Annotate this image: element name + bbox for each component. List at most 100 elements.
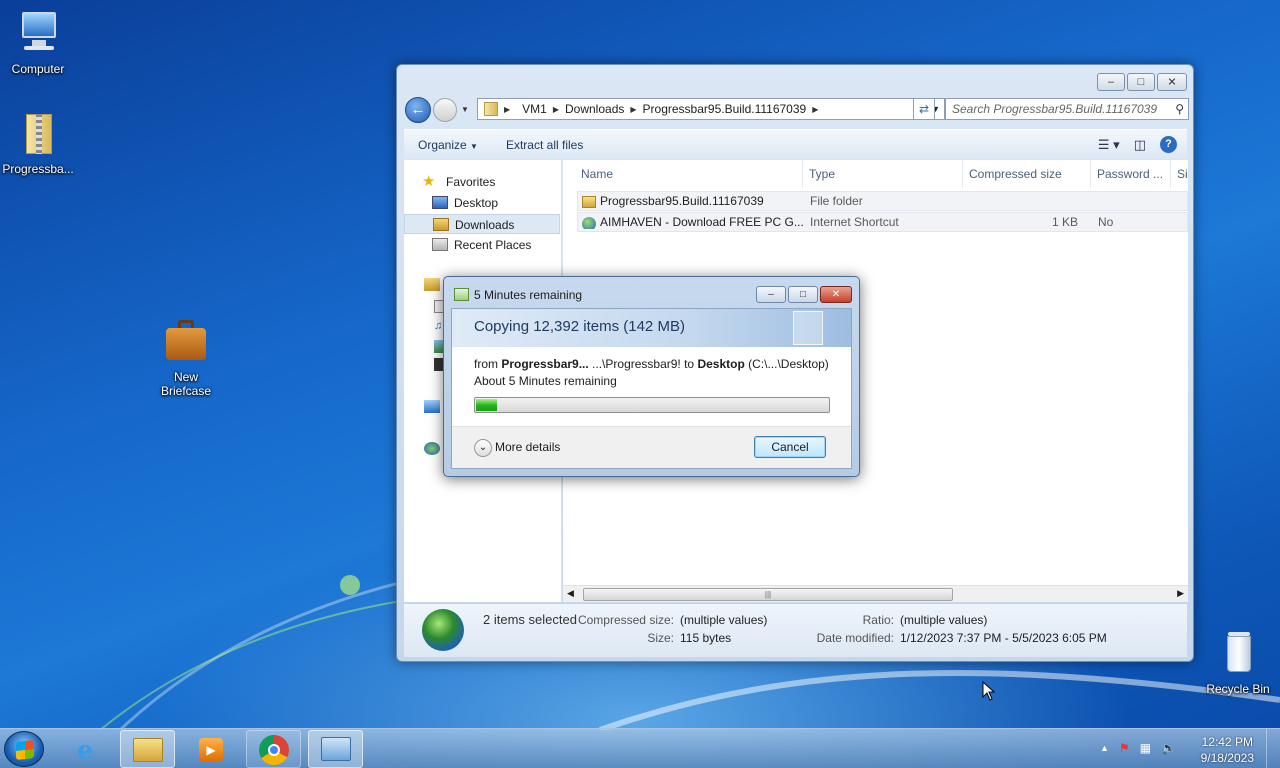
nav-favorites[interactable]: ★ Favorites — [404, 172, 560, 192]
desktop-icon-briefcase[interactable]: New Briefcase — [148, 318, 224, 398]
folder-icon — [133, 738, 163, 762]
file-type-cell: Internet Shortcut — [810, 215, 899, 229]
computer-icon — [14, 10, 62, 58]
globe-icon — [422, 609, 464, 651]
scroll-left-icon[interactable]: ◀ — [567, 588, 574, 599]
nav-item-recent-places[interactable]: Recent Places — [404, 235, 560, 255]
breadcrumb-vm1[interactable]: VM1 — [516, 102, 553, 116]
nav-item-desktop[interactable]: Desktop — [404, 193, 560, 213]
desktop-icon-label: Recycle Bin — [1206, 682, 1270, 696]
nav-favorites-label: Favorites — [446, 175, 496, 189]
column-compressed-size[interactable]: Compressed size — [963, 160, 1091, 188]
nav-item-label: Desktop — [454, 196, 499, 210]
breadcrumb-current[interactable]: Progressbar95.Build.11167039 — [637, 102, 813, 116]
computer-icon[interactable] — [424, 400, 440, 413]
system-tray: ▲ ⚑ ▦ 🔈 — [1100, 741, 1176, 755]
date-modified-value: 1/12/2023 7:37 PM - 5/5/2023 6:05 PM — [900, 631, 1107, 645]
dialog-caption-buttons: – □ ✕ — [756, 286, 852, 303]
chevron-down-icon: ⌄ — [474, 439, 492, 457]
file-name-cell: Progressbar95.Build.11167039 — [578, 194, 804, 208]
zip-folder-icon — [484, 102, 498, 116]
dialog-body: Copying 12,392 items (142 MB) from Progr… — [451, 308, 852, 469]
horizontal-scrollbar[interactable]: ◀ ||| ▶ — [563, 585, 1188, 602]
show-hidden-icons-icon[interactable]: ▲ — [1100, 741, 1109, 755]
close-button[interactable]: ✕ — [1157, 73, 1187, 91]
star-icon: ★ — [422, 173, 436, 190]
view-options-icon[interactable]: ☰ ▾ — [1098, 137, 1120, 153]
scroll-right-icon[interactable]: ▶ — [1177, 588, 1184, 599]
file-row[interactable]: AIMHAVEN - Download FREE PC G... Interne… — [577, 212, 1188, 232]
extract-all-button[interactable]: Extract all files — [492, 138, 597, 152]
minimize-button[interactable]: – — [1097, 73, 1125, 91]
nav-item-downloads[interactable]: Downloads — [404, 214, 560, 234]
desktop-icon-label: Progressba... — [2, 162, 74, 176]
start-button[interactable] — [4, 731, 44, 767]
copy-source-destination: from Progressbar9... ...\Progressbar9! t… — [474, 357, 829, 371]
organize-label: Organize — [418, 137, 467, 152]
network-icon[interactable] — [424, 442, 440, 455]
dialog-close-button[interactable]: ✕ — [820, 286, 852, 303]
copy-heading: Copying 12,392 items (142 MB) — [474, 318, 685, 335]
organize-button[interactable]: Organize ▼ — [404, 138, 492, 152]
arrow-left-icon: ← — [410, 101, 426, 118]
dialog-maximize-button[interactable]: □ — [788, 286, 818, 303]
show-desktop-button[interactable] — [1266, 729, 1280, 768]
file-row[interactable]: Progressbar95.Build.11167039 File folder — [577, 191, 1188, 211]
dialog-title: 5 Minutes remaining — [474, 288, 583, 302]
zip-folder-icon — [14, 110, 62, 158]
file-password-cell: No — [1098, 215, 1114, 229]
back-button[interactable]: ← — [405, 97, 431, 123]
refresh-button[interactable]: ⇄ — [913, 98, 935, 120]
close-icon: ✕ — [1167, 76, 1177, 89]
taskbar-control-panel[interactable] — [308, 730, 363, 768]
address-bar[interactable]: ▶ VM1 ▶ Downloads ▶ Progressbar95.Build.… — [477, 98, 945, 120]
file-type-cell: File folder — [810, 194, 863, 208]
taskbar-media-player[interactable]: ▶ — [184, 730, 239, 768]
source-link[interactable]: Progressbar9... — [501, 357, 588, 371]
copy-graphic-icon — [793, 311, 823, 345]
time-remaining: About 5 Minutes remaining — [474, 374, 617, 388]
history-dropdown[interactable]: ▼ — [461, 105, 469, 114]
control-panel-icon — [321, 737, 351, 761]
column-type[interactable]: Type — [803, 160, 963, 188]
desktop-icon-computer[interactable]: Computer — [0, 10, 76, 76]
dialog-minimize-button[interactable]: – — [756, 286, 786, 303]
details-pane: 2 items selected Compressed size: (multi… — [404, 603, 1187, 657]
column-name[interactable]: Name — [563, 160, 803, 188]
desktop-icon-progressbar[interactable]: Progressba... — [0, 110, 76, 176]
search-input[interactable]: Search Progressbar95.Build.11167039 ⚲ — [945, 98, 1189, 120]
destination-link[interactable]: Desktop — [697, 357, 744, 371]
libraries-icon[interactable] — [424, 278, 440, 291]
maximize-button[interactable]: □ — [1127, 73, 1155, 91]
taskbar-chrome[interactable] — [246, 730, 301, 768]
breadcrumb-separator[interactable]: ▶ — [498, 105, 516, 114]
volume-muted-icon[interactable]: 🔈 — [1161, 741, 1176, 755]
scrollbar-thumb[interactable]: ||| — [583, 588, 953, 601]
column-size[interactable]: Si — [1171, 160, 1188, 188]
desktop-icon-label: Computer — [11, 62, 65, 76]
forward-button[interactable] — [433, 98, 457, 122]
action-center-icon[interactable]: ⚑ — [1119, 741, 1130, 755]
taskbar-windows-explorer[interactable] — [120, 730, 175, 768]
preview-pane-icon[interactable]: ◫ — [1134, 137, 1146, 153]
compressed-size-value: (multiple values) — [680, 613, 768, 627]
column-password[interactable]: Password ... — [1091, 160, 1171, 188]
recycle-bin-icon — [1214, 630, 1262, 678]
clock[interactable]: 12:42 PM 9/18/2023 — [1201, 734, 1254, 766]
windows-logo-icon — [16, 740, 34, 760]
network-icon[interactable]: ▦ — [1140, 741, 1151, 755]
compressed-size-label: Compressed size: — [577, 613, 674, 627]
chevron-down-icon: ▼ — [470, 141, 478, 151]
cancel-button[interactable]: Cancel — [754, 436, 826, 458]
desktop-icon — [432, 196, 448, 209]
breadcrumb-separator[interactable]: ▶ — [812, 105, 818, 114]
minimize-icon: – — [1107, 76, 1115, 88]
desktop-icon-label: Briefcase — [160, 384, 212, 398]
desktop-icon-recycle-bin[interactable]: Recycle Bin — [1200, 630, 1276, 696]
more-details-button[interactable]: ⌄ More details — [474, 439, 560, 457]
breadcrumb-downloads[interactable]: Downloads — [559, 102, 630, 116]
minimize-icon: – — [768, 289, 774, 300]
taskbar-internet-explorer[interactable]: e — [62, 730, 117, 768]
help-icon[interactable]: ? — [1160, 136, 1177, 153]
command-bar: Organize ▼ Extract all files ☰ ▾ ◫ ? — [404, 129, 1187, 159]
